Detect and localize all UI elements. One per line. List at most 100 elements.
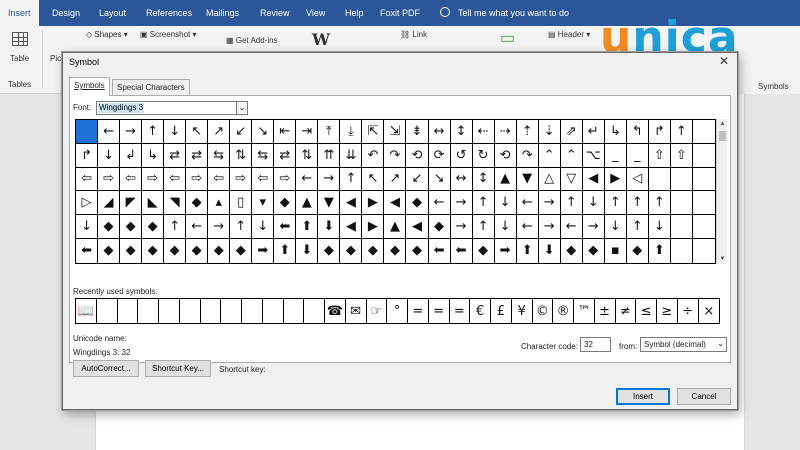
symbol-cell[interactable]: ↳ bbox=[604, 120, 627, 144]
symbol-cell[interactable] bbox=[671, 238, 693, 263]
symbol-cell[interactable]: ↑ bbox=[648, 191, 671, 216]
symbol-cell[interactable]: ↓ bbox=[164, 120, 187, 144]
symbol-cell[interactable] bbox=[692, 191, 715, 216]
insert-button[interactable]: Insert bbox=[616, 388, 670, 405]
recent-symbol-cell[interactable]: € bbox=[470, 299, 491, 323]
symbol-cell[interactable]: ↲ bbox=[120, 143, 143, 168]
recent-symbol-cell[interactable]: 📖 bbox=[76, 299, 97, 323]
symbol-cell[interactable] bbox=[692, 215, 715, 239]
symbol-cell[interactable]: ▲ bbox=[296, 191, 319, 216]
symbol-cell[interactable]: ⌃ bbox=[538, 143, 561, 168]
symbol-cell[interactable]: → bbox=[538, 215, 561, 239]
symbol-cell[interactable]: ⬇ bbox=[296, 238, 319, 263]
tab-symbols[interactable]: Symbols bbox=[69, 77, 110, 96]
symbol-cell[interactable]: ◆ bbox=[406, 191, 429, 216]
shortcut-key-button[interactable]: Shortcut Key... bbox=[145, 360, 211, 377]
recent-symbol-cell[interactable] bbox=[242, 299, 263, 323]
symbol-cell[interactable]: ⬇ bbox=[539, 238, 561, 263]
scroll-up-icon[interactable]: ▲ bbox=[717, 119, 728, 129]
symbol-cell[interactable]: ← bbox=[98, 120, 121, 144]
symbol-cell[interactable]: ⇨ bbox=[98, 167, 121, 192]
symbol-cell[interactable]: ⇅ bbox=[296, 143, 319, 168]
symbol-cell[interactable]: ⇦ bbox=[252, 167, 275, 192]
symbol-cell[interactable]: → bbox=[450, 191, 473, 216]
symbol-cell[interactable]: → bbox=[208, 215, 231, 239]
symbol-cell[interactable]: ↑ bbox=[142, 120, 165, 144]
symbol-cell[interactable]: ⇧ bbox=[670, 143, 693, 168]
scroll-down-icon[interactable]: ▼ bbox=[717, 254, 728, 264]
symbol-cell-selected[interactable] bbox=[76, 120, 99, 144]
symbol-grid[interactable]: ← → ↑ ↓ ↖ ↗ ↙ ↘ ⇤ ⇥ ⤒ ⤓ ⇱ ⇲ ⇟ ↔ ↕ ⇠ ⇢ ⇡ ⇣ ⇗ ↵ ↳ ↰ ↱ ↑ ↱ ↓ ↲ ↳ ⇄ ⇄ ⇆ ⇅ ⇆ ⇄ ⇅ ⇈ ⇊… bbox=[75, 119, 716, 264]
recent-symbol-cell[interactable] bbox=[180, 299, 201, 323]
symbol-cell[interactable]: ◆ bbox=[230, 238, 253, 263]
symbol-cell[interactable]: ⬅ bbox=[429, 238, 451, 263]
symbol-cell[interactable]: ⬇ bbox=[318, 215, 341, 239]
symbol-cell[interactable] bbox=[670, 215, 693, 239]
symbol-cell[interactable]: ← bbox=[186, 215, 209, 239]
symbol-cell[interactable]: ⟲ bbox=[406, 143, 429, 168]
symbol-cell[interactable]: ⇦ bbox=[208, 167, 231, 192]
symbol-cell[interactable]: ⇦ bbox=[120, 167, 143, 192]
symbol-cell[interactable]: ↗ bbox=[208, 120, 231, 144]
symbol-cell[interactable]: ◆ bbox=[340, 238, 363, 263]
symbol-cell[interactable]: ↑ bbox=[626, 215, 649, 239]
symbol-cell[interactable]: _ bbox=[604, 143, 627, 168]
symbol-cell[interactable]: ↱ bbox=[76, 143, 99, 168]
symbol-cell[interactable]: ◆ bbox=[164, 238, 187, 263]
recent-symbol-cell[interactable]: ° bbox=[387, 299, 408, 323]
tab-foxit-pdf[interactable]: Foxit PDF bbox=[380, 0, 420, 26]
symbol-cell[interactable]: ↷ bbox=[516, 143, 539, 168]
symbol-cell[interactable]: ⇨ bbox=[230, 167, 253, 192]
symbol-cell[interactable]: ◆ bbox=[473, 238, 495, 263]
symbol-cell[interactable]: ← bbox=[516, 215, 539, 239]
recent-symbol-cell[interactable]: = bbox=[429, 299, 450, 323]
recent-symbol-cell[interactable]: ÷ bbox=[678, 299, 699, 323]
symbol-cell[interactable]: ◆ bbox=[142, 215, 165, 239]
tell-me-search[interactable]: Tell me what you want to do bbox=[440, 0, 569, 26]
symbol-cell[interactable] bbox=[692, 144, 715, 168]
symbol-cell[interactable]: ⇠ bbox=[472, 120, 495, 144]
recent-symbol-cell[interactable] bbox=[159, 299, 180, 323]
symbol-cell[interactable]: ⇗ bbox=[560, 120, 583, 144]
symbol-cell[interactable]: ◆ bbox=[208, 238, 231, 263]
symbol-cell[interactable]: ⬆ bbox=[517, 238, 539, 263]
symbol-cell[interactable]: ◀ bbox=[406, 215, 429, 239]
symbol-cell[interactable]: ↰ bbox=[626, 120, 649, 144]
symbol-cell[interactable]: ⇲ bbox=[384, 120, 407, 144]
symbol-cell[interactable]: ↱ bbox=[648, 120, 671, 144]
symbol-cell[interactable]: ⇨ bbox=[186, 167, 209, 192]
symbol-cell[interactable]: ◆ bbox=[561, 238, 583, 263]
symbol-cell[interactable]: ◆ bbox=[98, 238, 121, 263]
symbol-cell[interactable]: ⇄ bbox=[186, 143, 209, 168]
symbol-cell[interactable]: ➡ bbox=[495, 238, 517, 263]
symbol-cell[interactable]: ↑ bbox=[626, 191, 649, 216]
tab-special-characters[interactable]: Special Characters bbox=[112, 79, 190, 95]
symbol-cell[interactable]: ▶ bbox=[362, 215, 385, 239]
symbol-cell[interactable]: ▼ bbox=[516, 167, 539, 192]
recent-symbol-cell[interactable]: × bbox=[699, 299, 720, 323]
symbol-cell[interactable] bbox=[648, 167, 671, 192]
from-select[interactable]: Symbol (decimal) ⌄ bbox=[640, 337, 727, 352]
symbol-cell[interactable]: ⇆ bbox=[252, 143, 275, 168]
symbol-cell[interactable]: → bbox=[120, 120, 143, 144]
table-icon[interactable] bbox=[12, 32, 28, 46]
recent-symbol-cell[interactable] bbox=[118, 299, 139, 323]
recent-symbol-cell[interactable]: ✉ bbox=[346, 299, 367, 323]
symbol-cell[interactable]: ⇅ bbox=[230, 143, 253, 168]
symbol-cell[interactable]: ↘ bbox=[428, 167, 451, 192]
tab-review[interactable]: Review bbox=[260, 0, 290, 26]
symbol-cell[interactable]: ◆ bbox=[406, 238, 429, 263]
symbol-cell[interactable]: ← bbox=[516, 191, 539, 216]
symbol-cell[interactable]: ← bbox=[296, 167, 319, 192]
symbol-cell[interactable]: ◆ bbox=[627, 238, 649, 263]
symbol-cell[interactable]: ↷ bbox=[384, 143, 407, 168]
symbol-cell[interactable]: ◆ bbox=[186, 238, 209, 263]
symbol-cell[interactable] bbox=[693, 239, 715, 263]
symbol-cell[interactable]: ↖ bbox=[362, 167, 385, 192]
symbol-cell[interactable]: ↶ bbox=[362, 143, 385, 168]
symbol-cell[interactable]: ↔ bbox=[428, 120, 451, 144]
symbol-cell[interactable]: ↓ bbox=[648, 215, 671, 239]
symbol-cell[interactable]: ↑ bbox=[164, 215, 187, 239]
recent-symbol-cell[interactable]: = bbox=[408, 299, 429, 323]
symbol-cell[interactable] bbox=[670, 167, 693, 192]
